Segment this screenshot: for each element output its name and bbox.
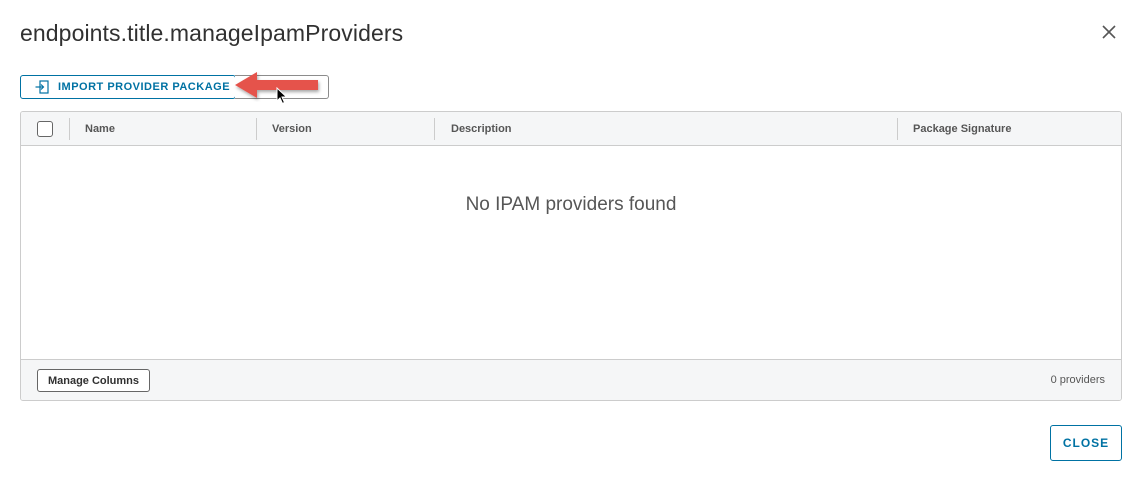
- select-all-checkbox[interactable]: [37, 121, 53, 137]
- close-icon[interactable]: [1099, 22, 1119, 42]
- import-icon: [35, 80, 49, 94]
- dialog-title: endpoints.title.manageIpamProviders: [20, 20, 404, 46]
- manage-columns-label: Manage Columns: [47, 374, 140, 387]
- datagrid-header: Name Version Description Package Signatu…: [21, 112, 1121, 146]
- column-separator[interactable]: [897, 118, 898, 140]
- column-separator[interactable]: [69, 118, 70, 140]
- column-separator[interactable]: [434, 118, 435, 140]
- delete-button[interactable]: DELETE: [235, 75, 329, 99]
- providers-datagrid: Name Version Description Package Signatu…: [20, 111, 1122, 401]
- column-header-package-signature[interactable]: Package Signature: [913, 112, 1011, 146]
- close-button[interactable]: CLOSE: [1050, 425, 1122, 461]
- delete-button-label: DELETE: [258, 81, 305, 93]
- import-provider-package-button[interactable]: IMPORT PROVIDER PACKAGE: [20, 75, 236, 99]
- import-button-label: IMPORT PROVIDER PACKAGE: [58, 81, 231, 93]
- manage-ipam-providers-dialog: endpoints.title.manageIpamProviders IMPO…: [0, 0, 1141, 480]
- column-separator[interactable]: [256, 118, 257, 140]
- column-header-name[interactable]: Name: [85, 112, 115, 146]
- manage-columns-button[interactable]: Manage Columns: [37, 369, 150, 392]
- empty-state-message: No IPAM providers found: [465, 194, 677, 215]
- close-button-label: CLOSE: [1062, 436, 1110, 450]
- column-header-version[interactable]: Version: [272, 112, 312, 146]
- datagrid-footer: Manage Columns 0 providers: [21, 359, 1121, 400]
- item-count: 0 providers: [1050, 374, 1105, 386]
- column-header-description[interactable]: Description: [451, 112, 512, 146]
